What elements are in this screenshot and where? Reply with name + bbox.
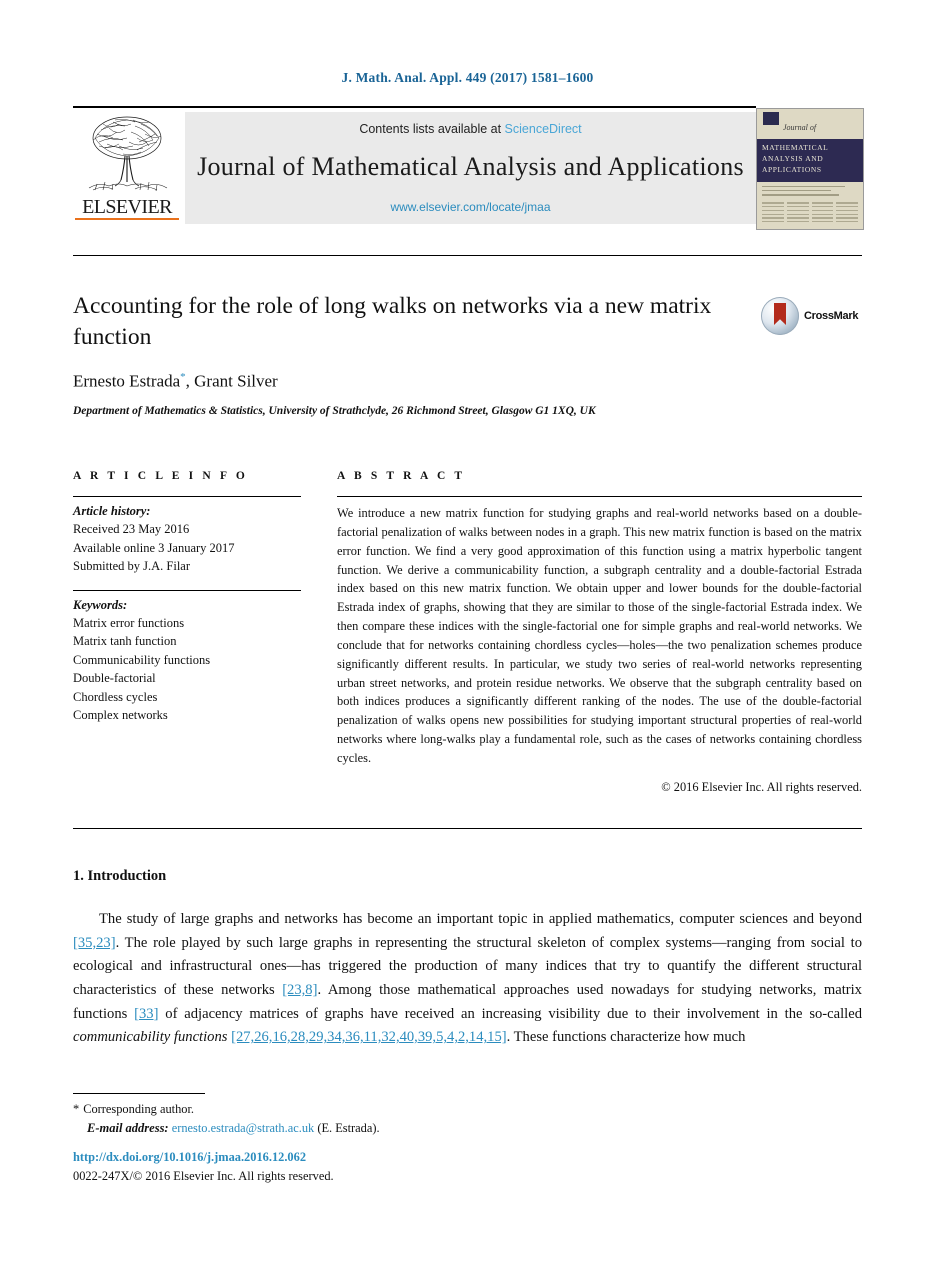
elsevier-wordmark: ELSEVIER (75, 196, 179, 220)
contents-list-line: Contents lists available at ScienceDirec… (185, 122, 756, 136)
section-heading-introduction: 1. Introduction (73, 868, 167, 884)
cover-text-lines (757, 182, 863, 203)
doi-link[interactable]: http://dx.doi.org/10.1016/j.jmaa.2016.12… (73, 1148, 673, 1167)
cover-script-text: Journal of (783, 123, 817, 132)
article-history-submitted: Submitted by J.A. Filar (73, 559, 191, 573)
doi-block: http://dx.doi.org/10.1016/j.jmaa.2016.12… (73, 1148, 673, 1185)
article-info-rule (73, 496, 301, 497)
email-link[interactable]: ernesto.estrada@strath.ac.uk (172, 1121, 315, 1135)
crossmark-label: CrossMark (804, 310, 859, 322)
email-note: E-mail address: ernesto.estrada@strath.a… (73, 1119, 673, 1138)
email-suffix: (E. Estrada). (317, 1121, 380, 1136)
intro-text-4: of adjacency matrices of graphs have rec… (158, 1005, 862, 1022)
citation-link[interactable]: [27,26,16,28,29,34,36,11,32,40,39,5,4,2,… (231, 1029, 507, 1045)
article-history-online: Available online 3 January 2017 (73, 540, 235, 555)
intro-emphasis: communicability functions (73, 1029, 228, 1046)
footnote-divider (73, 1093, 205, 1094)
keyword-item: Matrix tanh function (73, 634, 177, 648)
running-head: J. Math. Anal. Appl. 449 (2017) 1581–160… (341, 70, 594, 85)
article-history-label: Article history: (73, 504, 151, 518)
crossmark-ribbon-icon (774, 303, 786, 325)
body-divider (73, 828, 862, 829)
crossmark-icon (761, 297, 799, 335)
keyword-item: Communicability functions (73, 652, 211, 667)
citation-link[interactable]: [35,23] (73, 935, 116, 951)
footnote-block: * Corresponding author. E-mail address: e… (73, 1100, 673, 1139)
elsevier-underline (75, 218, 179, 220)
journal-masthead: ELSEVIER Contents lists available at Sci… (73, 106, 864, 230)
keywords-label: Keywords: (73, 597, 128, 612)
journal-homepage-link[interactable]: www.elsevier.com/locate/jmaa (185, 200, 756, 214)
author-primary: Ernesto Estrada (73, 371, 181, 391)
citation-link[interactable]: [23,8] (282, 982, 317, 998)
sciencedirect-link[interactable]: ScienceDirect (505, 122, 582, 136)
crossmark-badge[interactable]: CrossMark (761, 296, 861, 336)
keyword-item: Double-factorial (73, 671, 156, 685)
author-list: Ernesto Estrada*, Grant Silver (73, 371, 713, 392)
keyword-item: Chordless cycles (73, 689, 158, 704)
email-label: E-mail address: (87, 1121, 169, 1136)
corresponding-author-note: * Corresponding author. (73, 1100, 673, 1119)
article-info-heading: A R T I C L E I N F O (73, 470, 248, 482)
elsevier-logo: ELSEVIER (73, 112, 181, 224)
intro-text-1: The study of large graphs and networks h… (99, 911, 862, 927)
masthead-panel: Contents lists available at ScienceDirec… (185, 112, 756, 224)
page-title: Accounting for the role of long walks on… (73, 293, 712, 351)
abstract-text: We introduce a new matrix function for s… (337, 506, 862, 765)
cover-title-band: MATHEMATICAL ANALYSIS AND APPLICATIONS (757, 139, 863, 182)
title-divider (73, 255, 862, 256)
issn-copyright-line: 0022-247X/© 2016 Elsevier Inc. All right… (73, 1168, 334, 1183)
keyword-item: Matrix error functions (73, 615, 185, 630)
cover-publisher-mark (763, 112, 779, 125)
affiliation: Department of Mathematics & Statistics, … (73, 405, 596, 417)
citation-link[interactable]: [33] (134, 1006, 158, 1022)
corresponding-author-text: Corresponding author. (83, 1102, 195, 1116)
journal-title: Journal of Mathematical Analysis and App… (197, 152, 744, 181)
keywords-rule (73, 589, 301, 591)
author-secondary: , Grant Silver (185, 371, 278, 391)
footnote-star-marker: * (73, 1102, 80, 1116)
cover-columns (757, 202, 863, 225)
abstract-heading: A B S T R A C T (337, 470, 466, 482)
keyword-item: Complex networks (73, 708, 168, 722)
intro-text-6: . These functions characterize how much (506, 1029, 746, 1046)
journal-cover-thumbnail: Journal of MATHEMATICAL ANALYSIS AND APP… (756, 108, 864, 230)
elsevier-wordmark-text: ELSEVIER (82, 196, 172, 218)
abstract-copyright: © 2016 Elsevier Inc. All rights reserved… (661, 779, 862, 794)
elsevier-tree-icon (88, 116, 168, 192)
paper-page: J. Math. Anal. Appl. 449 (2017) 1581–160… (0, 0, 935, 1266)
abstract-column: A B S T R A C T We introduce a new matri… (337, 470, 862, 795)
article-info-column: A R T I C L E I N F O Article history: R… (73, 470, 301, 725)
keywords-block: Keywords: Matrix error functions Matrix … (73, 598, 301, 725)
contents-prefix: Contents lists available at (359, 122, 505, 136)
article-history-received: Received 23 May 2016 (73, 522, 190, 536)
introduction-paragraph: The study of large graphs and networks h… (73, 908, 862, 1050)
abstract-rule (337, 496, 862, 497)
